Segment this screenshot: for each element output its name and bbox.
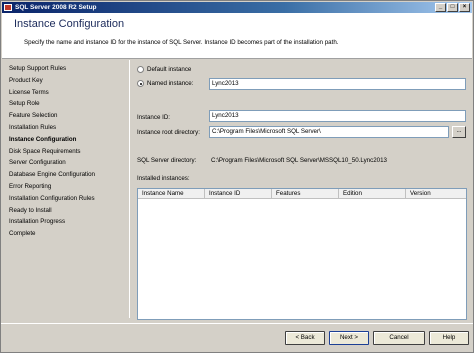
page-title: Instance Configuration <box>14 18 125 30</box>
browse-button[interactable]: ... <box>452 126 466 138</box>
vertical-divider <box>129 60 130 318</box>
sql-directory-label: SQL Server directory: <box>137 157 197 164</box>
minimize-button[interactable]: _ <box>435 3 446 12</box>
named-instance-option[interactable]: Named instance: <box>137 80 193 87</box>
close-button[interactable]: × <box>459 3 470 12</box>
sidebar-item[interactable]: License Terms <box>9 89 49 96</box>
instance-config-panel: Default instance Named instance: Lync201… <box>131 58 473 323</box>
window-title: SQL Server 2008 R2 Setup <box>15 4 97 11</box>
column-edition[interactable]: Edition <box>339 189 406 198</box>
sidebar-item[interactable]: Setup Role <box>9 100 40 107</box>
table-header: Instance Name Instance ID Features Editi… <box>138 189 466 199</box>
page-subtitle: Specify the name and instance ID for the… <box>24 39 339 46</box>
maximize-button[interactable]: □ <box>447 3 458 12</box>
column-instance-name[interactable]: Instance Name <box>138 189 205 198</box>
column-features[interactable]: Features <box>272 189 339 198</box>
named-instance-label: Named instance: <box>147 80 194 87</box>
instance-id-label: Instance ID: <box>137 114 171 121</box>
sidebar-item[interactable]: Complete <box>9 230 35 237</box>
sidebar-item[interactable]: Server Configuration <box>9 159 66 166</box>
default-instance-option[interactable]: Default instance <box>137 66 191 73</box>
sidebar-item[interactable]: Installation Configuration Rules <box>9 195 95 202</box>
steps-sidebar: Setup Support Rules Product Key License Te… <box>1 58 128 318</box>
next-button[interactable]: Next > <box>329 331 369 345</box>
installed-instances-label: Installed instances: <box>137 175 190 182</box>
named-instance-radio[interactable] <box>137 80 144 87</box>
sql-server-icon <box>4 4 12 11</box>
default-instance-label: Default instance <box>147 66 192 73</box>
back-button[interactable]: < Back <box>285 331 325 345</box>
sidebar-item[interactable]: Instance Configuration <box>9 136 76 143</box>
sidebar-item[interactable]: Setup Support Rules <box>9 65 66 72</box>
sidebar-item[interactable]: Error Reporting <box>9 183 51 190</box>
default-instance-radio[interactable] <box>137 66 144 73</box>
sql-directory-value: C:\Program Files\Microsoft SQL Server\MS… <box>211 157 387 164</box>
sidebar-item[interactable]: Ready to Install <box>9 207 52 214</box>
sidebar-item[interactable]: Installation Rules <box>9 124 56 131</box>
cancel-button[interactable]: Cancel <box>373 331 425 345</box>
help-button[interactable]: Help <box>429 331 469 345</box>
instance-root-label: Instance root directory: <box>137 129 200 136</box>
named-instance-input[interactable]: Lync2013 <box>209 78 466 90</box>
column-instance-id[interactable]: Instance ID <box>205 189 272 198</box>
instance-id-input[interactable]: Lync2013 <box>209 110 466 122</box>
sidebar-item[interactable]: Product Key <box>9 77 43 84</box>
column-version[interactable]: Version <box>406 189 466 198</box>
footer-divider <box>1 323 473 324</box>
page-header: Instance Configuration Specify the name … <box>2 13 472 59</box>
title-bar[interactable]: SQL Server 2008 R2 Setup _ □ × <box>2 2 472 13</box>
sidebar-item[interactable]: Disk Space Requirements <box>9 148 81 155</box>
installed-instances-table[interactable]: Instance Name Instance ID Features Editi… <box>137 188 467 320</box>
sidebar-item[interactable]: Feature Selection <box>9 112 58 119</box>
sidebar-item[interactable]: Database Engine Configuration <box>9 171 95 178</box>
sidebar-item[interactable]: Installation Progress <box>9 218 65 225</box>
instance-root-input[interactable]: C:\Program Files\Microsoft SQL Server\ <box>209 126 449 138</box>
